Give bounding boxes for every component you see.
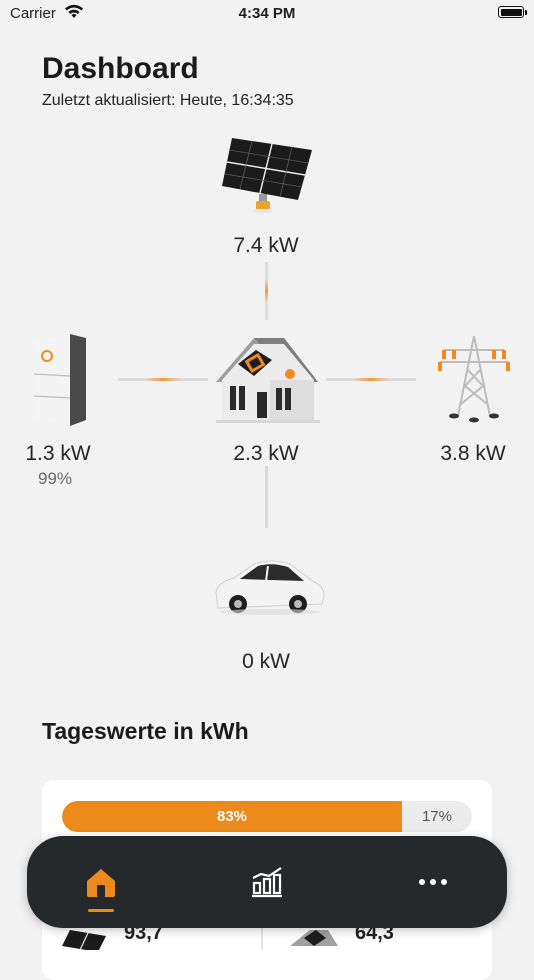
car-connection-line: [265, 466, 268, 528]
house-solar-icon: [290, 930, 338, 946]
solar-power-value: 7.4 kW: [233, 234, 299, 257]
status-time: 4:34 PM: [238, 5, 296, 22]
battery-power-value: 1.3 kW: [25, 442, 91, 465]
battery-connection-line: [118, 378, 208, 381]
card-divider: [261, 926, 263, 950]
battery-charge-value: 99%: [37, 469, 73, 488]
grid-connection-line: [326, 378, 416, 381]
car-power-value: 0 kW: [242, 650, 290, 673]
active-tab-indicator: [88, 909, 114, 912]
tab-bar: [27, 836, 507, 928]
self-consumption-bar: 83% 17%: [62, 801, 472, 832]
house-icon[interactable]: [214, 336, 320, 424]
daily-values-title: Tageswerte in kWh: [42, 718, 249, 744]
house-consumption-value: 2.3 kW: [233, 442, 299, 465]
solar-connection-line: [265, 262, 268, 320]
home-icon: [87, 869, 115, 897]
solar-panel-icon[interactable]: [218, 130, 314, 216]
battery-status-icon: [498, 6, 527, 18]
grid-share-pct: 17%: [421, 808, 453, 825]
battery-storage-icon[interactable]: [30, 332, 88, 428]
self-consumption-pct: 83%: [216, 808, 248, 825]
chart-icon: [252, 867, 282, 898]
tab-statistics[interactable]: [207, 836, 327, 928]
grid-power-value: 3.8 kW: [440, 442, 506, 465]
solar-panel-icon: [62, 930, 106, 950]
more-icon: [419, 879, 447, 885]
last-updated-text: Zuletzt aktualisiert: Heute, 16:34:35: [42, 92, 294, 109]
tab-more[interactable]: [373, 836, 493, 928]
electric-car-icon[interactable]: [210, 554, 328, 618]
power-grid-icon[interactable]: [436, 334, 512, 424]
page-title: Dashboard: [42, 52, 199, 85]
tab-home[interactable]: [41, 836, 161, 928]
